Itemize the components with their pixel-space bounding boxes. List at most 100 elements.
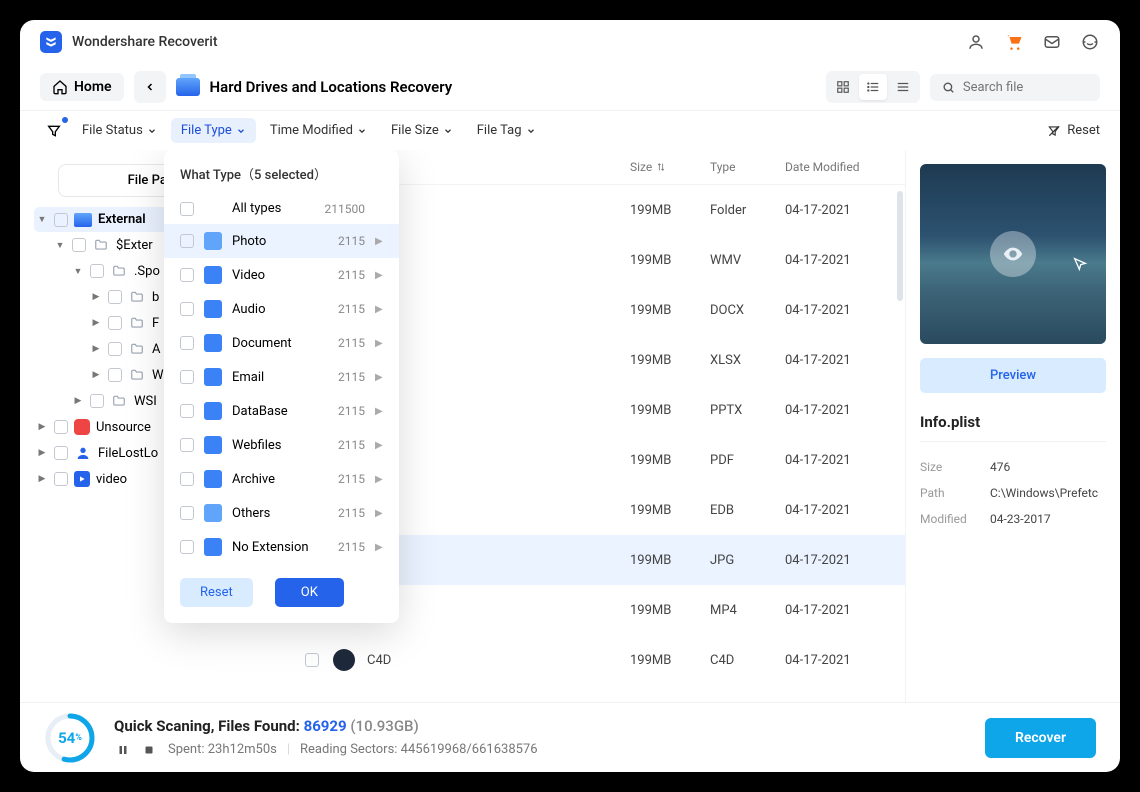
file-size: 199MB (630, 453, 710, 468)
breadcrumb: Hard Drives and Locations Recovery (176, 78, 453, 96)
checkbox[interactable] (180, 438, 194, 452)
user-icon[interactable] (966, 32, 986, 52)
chevron-right-icon[interactable]: ▶ (90, 318, 102, 328)
checkbox[interactable] (180, 472, 194, 486)
chevron-down-icon[interactable]: ▼ (72, 266, 84, 277)
type-count: 211500 (325, 202, 365, 216)
type-count: 2115 (338, 438, 365, 452)
preview-thumbnail[interactable] (920, 164, 1106, 344)
home-label: Home (74, 79, 112, 95)
type-option[interactable]: All types211500 (164, 193, 399, 224)
filter-file-size[interactable]: File Size (381, 118, 463, 143)
type-count: 2115 (338, 472, 365, 486)
checkbox[interactable] (90, 264, 104, 278)
chevron-right-icon[interactable]: ▶ (90, 370, 102, 380)
type-option[interactable]: Document2115▶ (164, 326, 399, 360)
type-option[interactable]: Photo2115▶ (164, 224, 399, 258)
type-option[interactable]: Archive2115▶ (164, 462, 399, 496)
type-option[interactable]: Email2115▶ (164, 360, 399, 394)
checkbox[interactable] (180, 540, 194, 554)
chevron-down-icon[interactable]: ▼ (54, 240, 66, 251)
filter-file-status[interactable]: File Status (72, 118, 167, 143)
col-date[interactable]: Date Modified (785, 160, 885, 174)
filter-time-modified[interactable]: Time Modified (260, 118, 377, 143)
checkbox[interactable] (54, 472, 68, 486)
filterbar: File Status File Type Time Modified File… (20, 110, 1120, 150)
type-label: Audio (232, 302, 328, 317)
grid-view-button[interactable] (829, 74, 857, 100)
chevron-right-icon[interactable]: ▶ (36, 422, 48, 432)
checkbox[interactable] (108, 290, 122, 304)
type-option[interactable]: Webfiles2115▶ (164, 428, 399, 462)
chevron-right-icon[interactable]: ▶ (36, 474, 48, 484)
type-icon (204, 232, 222, 250)
chevron-right-icon[interactable]: ▶ (72, 396, 84, 406)
pause-button[interactable] (114, 741, 132, 759)
checkbox[interactable] (108, 342, 122, 356)
type-option[interactable]: Others2115▶ (164, 496, 399, 530)
checkbox[interactable] (180, 404, 194, 418)
support-icon[interactable] (1080, 32, 1100, 52)
chevron-right-icon[interactable]: ▶ (90, 292, 102, 302)
app-logo (40, 31, 62, 53)
main: File Path ▼ External ▼ $Exter ▼ (20, 150, 1120, 702)
checkbox[interactable] (180, 234, 194, 248)
chevron-right-icon: ▶ (375, 236, 383, 247)
chevron-down-icon[interactable]: ▼ (36, 214, 48, 225)
checkbox[interactable] (180, 336, 194, 350)
type-option[interactable]: DataBase2115▶ (164, 394, 399, 428)
chevron-right-icon[interactable]: ▶ (90, 344, 102, 354)
checkbox[interactable] (180, 202, 194, 216)
search-box[interactable] (930, 74, 1100, 101)
checkbox[interactable] (54, 420, 68, 434)
type-icon (204, 470, 222, 488)
home-button[interactable]: Home (40, 73, 124, 101)
checkbox[interactable] (180, 268, 194, 282)
type-option[interactable]: Video2115▶ (164, 258, 399, 292)
type-label: Video (232, 268, 328, 283)
folder-icon (110, 393, 128, 409)
stop-button[interactable] (140, 741, 158, 759)
popup-reset-button[interactable]: Reset (180, 578, 253, 607)
type-option[interactable]: No Extension2115▶ (164, 530, 399, 564)
checkbox[interactable] (90, 394, 104, 408)
file-size: 199MB (630, 203, 710, 218)
checkbox[interactable] (54, 446, 68, 460)
back-button[interactable] (134, 71, 166, 103)
chevron-right-icon: ▶ (375, 508, 383, 519)
checkbox[interactable] (180, 302, 194, 316)
checkbox[interactable] (72, 238, 86, 252)
filter-file-type[interactable]: File Type (171, 118, 256, 143)
file-date: 04-17-2021 (785, 503, 885, 518)
scrollbar[interactable] (897, 191, 903, 301)
mail-icon[interactable] (1042, 32, 1062, 52)
checkbox[interactable] (108, 316, 122, 330)
popup-ok-button[interactable]: OK (275, 578, 344, 607)
cart-icon[interactable] (1004, 32, 1024, 52)
col-type[interactable]: Type (710, 160, 785, 174)
checkbox[interactable] (180, 370, 194, 384)
filter-file-tag[interactable]: File Tag (467, 118, 546, 143)
col-size[interactable]: Size (630, 160, 710, 174)
preview-button[interactable]: Preview (920, 358, 1106, 393)
file-type: Folder (710, 203, 785, 218)
chevron-right-icon[interactable]: ▶ (36, 448, 48, 458)
type-label: No Extension (232, 540, 328, 555)
checkbox[interactable] (180, 506, 194, 520)
table-row[interactable]: C4D199MBC4D04-17-2021 (285, 635, 905, 685)
file-date: 04-17-2021 (785, 653, 885, 668)
list-view-button[interactable] (859, 74, 887, 100)
checkbox[interactable] (108, 368, 122, 382)
search-input[interactable] (963, 80, 1088, 95)
checkbox[interactable] (54, 213, 68, 227)
type-option[interactable]: Audio2115▶ (164, 292, 399, 326)
compact-view-button[interactable] (889, 74, 917, 100)
recover-button[interactable]: Recover (985, 718, 1096, 758)
reset-filters-button[interactable]: Reset (1047, 123, 1100, 138)
checkbox[interactable] (305, 653, 319, 667)
file-type: PDF (710, 453, 785, 468)
popup-title: What Type（5 selected） (164, 162, 399, 193)
type-icon (204, 402, 222, 420)
filter-icon[interactable] (40, 117, 68, 145)
type-label: Archive (232, 472, 328, 487)
